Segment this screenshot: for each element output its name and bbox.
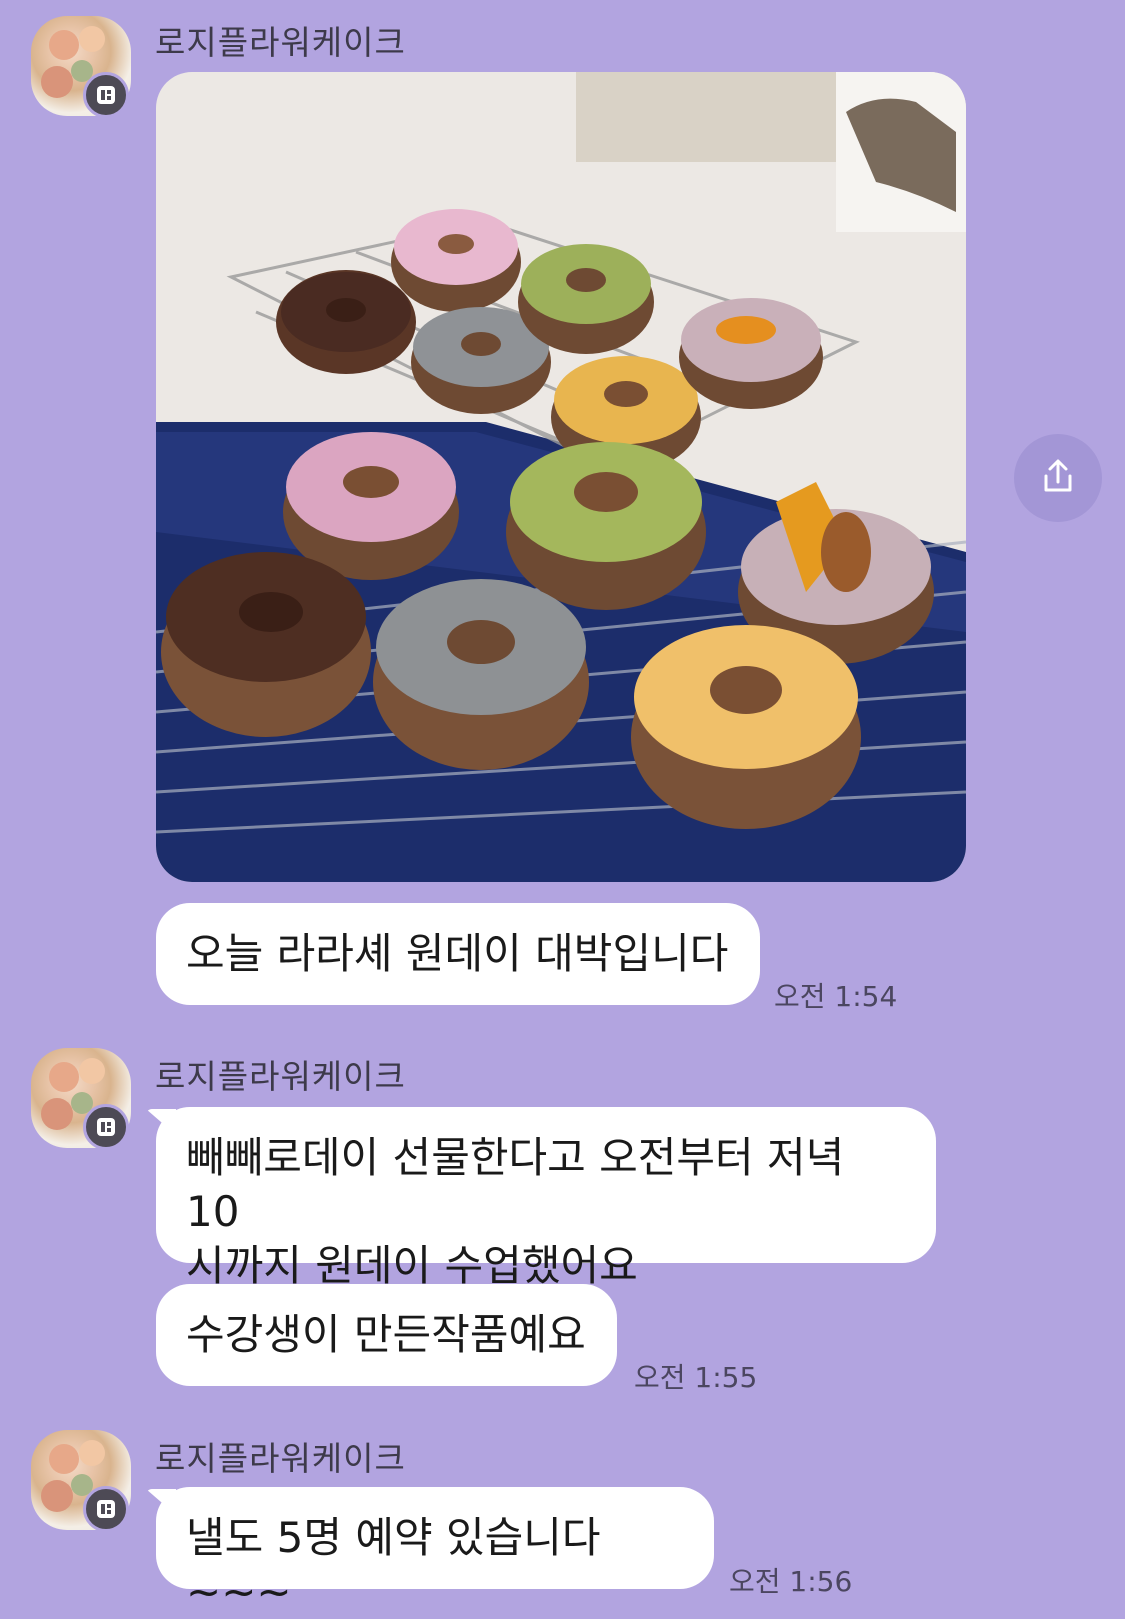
sender-avatar[interactable]	[31, 16, 131, 118]
donut-photo[interactable]	[156, 72, 966, 882]
sender-name: 로지플라워케이크	[155, 1439, 406, 1478]
message-time: 오전 1:55	[634, 1361, 758, 1394]
message-bubble[interactable]: 수강생이 만든작품예요	[156, 1284, 617, 1386]
sender-avatar[interactable]	[31, 1430, 131, 1532]
sender-name: 로지플라워케이크	[155, 23, 406, 62]
message-time: 오전 1:56	[729, 1565, 853, 1598]
message-time: 오전 1:54	[774, 980, 898, 1013]
message-bubble[interactable]: 오늘 라라셰 원데이 대박입니다	[156, 903, 760, 1005]
sender-name: 로지플라워케이크	[155, 1057, 406, 1096]
share-icon	[1038, 456, 1078, 500]
channel-badge-icon	[83, 1104, 129, 1150]
share-button[interactable]	[1014, 434, 1102, 522]
channel-badge-icon	[83, 72, 129, 118]
message-bubble[interactable]: 낼도 5명 예약 있습니다~~~	[156, 1487, 714, 1616]
sender-avatar[interactable]	[31, 1048, 131, 1150]
channel-badge-icon	[83, 1486, 129, 1532]
message-bubble[interactable]: 빼빼로데이 선물한다고 오전부터 저녁 10 시까지 원데이 수업했어요	[156, 1107, 936, 1290]
